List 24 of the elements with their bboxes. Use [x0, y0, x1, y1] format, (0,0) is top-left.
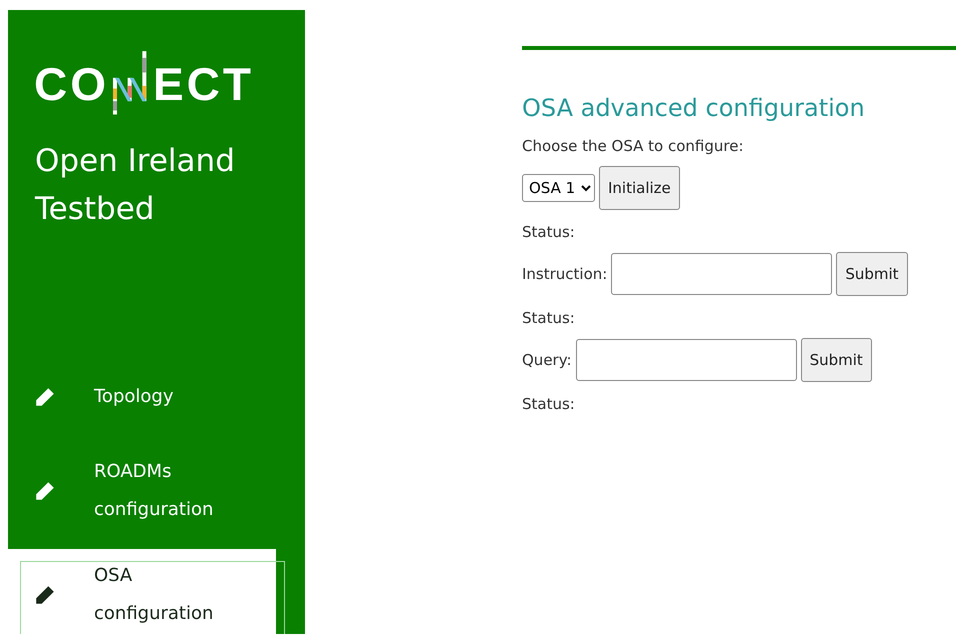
- nav-item[interactable]: Topology: [8, 359, 276, 435]
- pencil-icon: [34, 480, 56, 502]
- logo-text: CO: [34, 60, 109, 106]
- status-label: Status:: [522, 394, 576, 414]
- status-label: Status:: [522, 222, 576, 242]
- input-field[interactable]: [576, 339, 797, 381]
- page-title: OSA advanced configuration: [522, 94, 866, 122]
- submit-button[interactable]: Submit: [836, 252, 908, 296]
- nav-label: ROADMs configuration: [94, 460, 214, 522]
- pencil-icon: [34, 584, 56, 606]
- initialize-button[interactable]: Initialize: [599, 166, 680, 210]
- pencil-icon: [34, 386, 56, 408]
- nav-label: OSA configuration: [94, 564, 214, 626]
- field-label: Instruction:: [522, 264, 608, 284]
- logo-text: ECT: [153, 60, 254, 106]
- choose-label: Choose the OSA to configure:: [522, 136, 745, 156]
- site-subtitle: Open Ireland Testbed: [35, 142, 236, 229]
- status-label: Status:: [522, 308, 576, 328]
- nav-label: Topology: [94, 385, 174, 409]
- input-field[interactable]: [611, 253, 832, 295]
- osa-select[interactable]: OSA 1: [522, 174, 595, 202]
- submit-button[interactable]: Submit: [800, 338, 872, 382]
- field-label: Query:: [522, 350, 572, 370]
- nav-item[interactable]: ROADMs configuration: [8, 445, 276, 537]
